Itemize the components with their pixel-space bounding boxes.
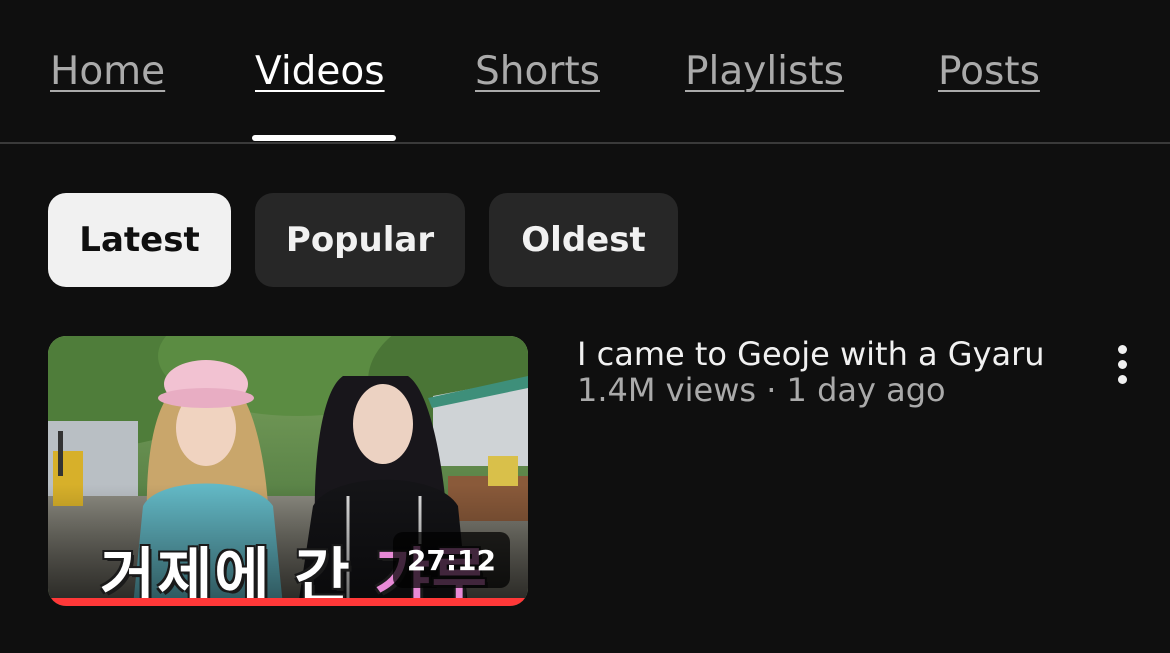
video-meta: 1.4M views · 1 day ago: [577, 371, 946, 409]
tab-playlists[interactable]: Playlists: [685, 46, 844, 98]
thumbnail-caption-main: 거제에 간: [100, 542, 375, 606]
tab-shorts[interactable]: Shorts: [475, 46, 600, 98]
tab-home[interactable]: Home: [50, 46, 165, 98]
watch-progress-fill: [48, 598, 528, 606]
chip-oldest[interactable]: Oldest: [489, 193, 678, 287]
video-title[interactable]: I came to Geoje with a Gyaru: [577, 334, 1045, 374]
watch-progress-bar: [48, 598, 528, 606]
video-thumbnail[interactable]: 거제에 간 갸루 27:12: [48, 336, 528, 606]
tab-videos[interactable]: Videos: [255, 46, 385, 98]
channel-tabs: Home Videos Shorts Playlists Posts: [0, 0, 1170, 144]
active-tab-indicator: [252, 135, 396, 141]
chip-popular[interactable]: Popular: [255, 193, 465, 287]
vertical-ellipsis-icon: [1117, 374, 1127, 384]
more-options-button[interactable]: [1098, 336, 1146, 392]
chip-latest[interactable]: Latest: [48, 193, 231, 287]
duration-badge: 27:12: [392, 532, 510, 588]
vertical-ellipsis-icon: [1117, 344, 1127, 354]
tab-posts[interactable]: Posts: [938, 46, 1040, 98]
vertical-ellipsis-icon: [1117, 359, 1127, 369]
